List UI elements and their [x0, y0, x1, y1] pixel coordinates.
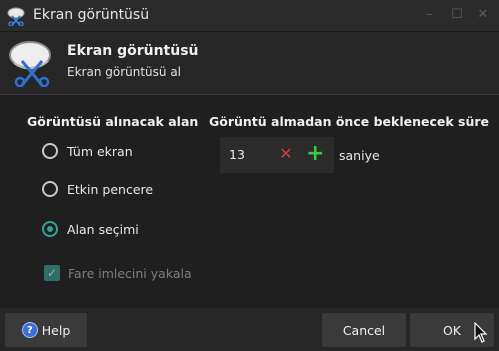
area-group-title: Görüntüsü alınacak alan [27, 114, 199, 129]
radio-button[interactable] [42, 143, 58, 159]
help-icon: ? [21, 322, 38, 338]
radio-label: Etkin pencere [67, 181, 154, 197]
delay-spinbox[interactable]: 13 ✕ + [220, 137, 334, 173]
header-title: Ekran görüntüsü [67, 43, 199, 59]
screenshot-app-icon [7, 7, 25, 26]
help-button[interactable]: ? Help [5, 313, 87, 347]
delay-unit-label: saniye [339, 148, 380, 163]
maximize-icon[interactable]: ☐ [448, 6, 466, 24]
mouse-cursor-icon [474, 322, 488, 343]
cancel-button[interactable]: Cancel [322, 313, 406, 347]
minimize-icon[interactable]: – [420, 6, 438, 24]
checkmark-icon[interactable]: ✓ [44, 265, 60, 281]
dialog-header: Ekran görüntüsü Ekran görüntüsü al [0, 32, 499, 95]
checkbox-label: Fare imlecini yakala [68, 265, 192, 281]
delay-value[interactable]: 13 [229, 147, 245, 162]
radio-button[interactable] [42, 181, 58, 197]
header-subtitle: Ekran görüntüsü al [67, 65, 182, 79]
radio-label: Tüm ekran [67, 143, 133, 159]
window-title: Ekran görüntüsü [33, 7, 150, 23]
radio-active-window[interactable]: Etkin pencere [42, 178, 153, 200]
delay-group-title: Görüntü almadan önce beklenecek süre [209, 114, 489, 129]
ok-button-label: OK [442, 322, 462, 338]
capture-cursor-checkbox[interactable]: ✓ Fare imlecini yakala [44, 265, 192, 281]
radio-button[interactable] [42, 221, 58, 237]
radio-full-screen[interactable]: Tüm ekran [42, 140, 133, 162]
cancel-button-label: Cancel [342, 322, 386, 338]
plus-icon[interactable]: + [306, 143, 324, 165]
clear-icon[interactable]: ✕ [278, 145, 294, 163]
screenshot-scissors-icon [9, 41, 51, 87]
radio-region-select[interactable]: Alan seçimi [42, 218, 139, 240]
radio-label: Alan seçimi [67, 221, 139, 237]
help-button-label: Help [41, 322, 71, 338]
close-icon[interactable]: ✕ [474, 6, 492, 24]
title-bar: Ekran görüntüsü – ☐ ✕ [0, 0, 499, 32]
